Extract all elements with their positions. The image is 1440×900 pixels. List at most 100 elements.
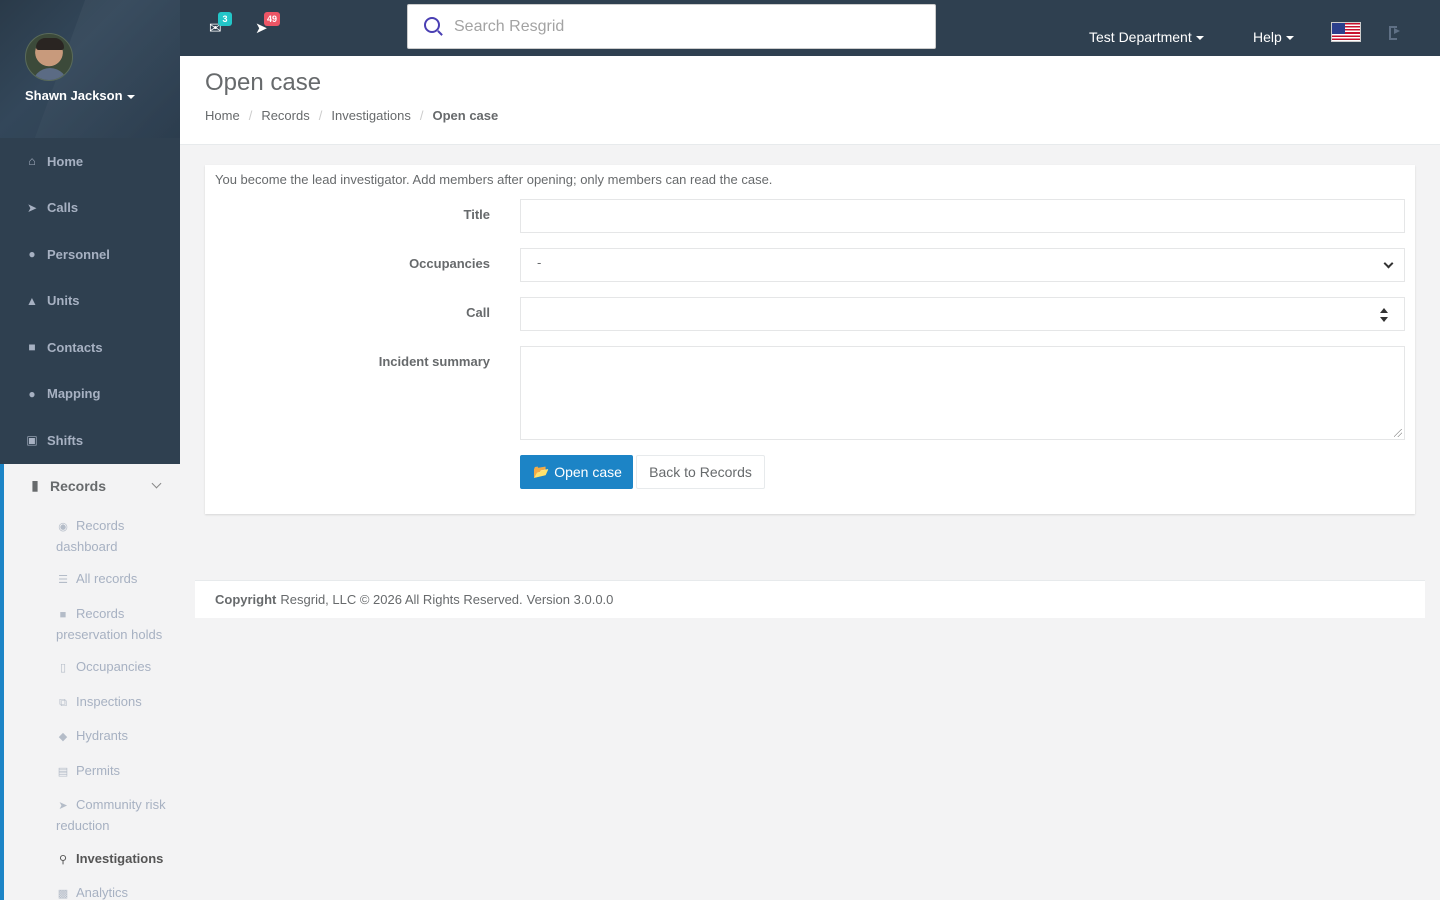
page-title: Open case	[205, 69, 322, 96]
search-box	[407, 4, 936, 49]
user-menu-toggle[interactable]: Shawn Jackson	[25, 88, 180, 103]
incident-summary-textarea[interactable]	[520, 346, 1405, 440]
nav-item-label: Mapping	[47, 386, 101, 402]
sub-item-label: Hydrants	[76, 728, 129, 743]
username: Shawn Jackson	[25, 88, 123, 103]
breadcrumb-separator: /	[248, 108, 253, 123]
breadcrumb-records[interactable]: Records	[261, 108, 309, 123]
records-label: Records	[50, 477, 107, 494]
help-dropdown[interactable]: Help	[1253, 29, 1294, 45]
call-number-input[interactable]	[520, 297, 1405, 331]
sub-item-label: Community risk reduction	[56, 797, 166, 833]
open-case-button[interactable]: 📂 Open case	[520, 455, 633, 489]
nav-item-label: Home	[47, 153, 84, 169]
sub-item-inspections[interactable]: ⧉ Inspections	[56, 692, 180, 713]
dashboard-icon: ◉	[58, 520, 68, 533]
help-label: Help	[1253, 29, 1282, 45]
caret-down-icon	[1195, 36, 1204, 41]
search-icon[interactable]	[424, 16, 440, 33]
sub-item-label: Investigations	[76, 850, 164, 866]
footer: Copyright Resgrid, LLC © 2026 All Rights…	[195, 580, 1425, 618]
nav-item-shifts[interactable]: ▣ Shifts	[0, 417, 180, 464]
list-icon: ☰	[58, 574, 68, 586]
search-input[interactable]	[454, 17, 894, 36]
top-navbar: ✉ 3 ➤ 49 Test Department Help	[180, 0, 1440, 56]
title-input[interactable]	[520, 199, 1405, 233]
breadcrumb-separator: /	[419, 108, 424, 123]
nav-item-contacts[interactable]: ■ Contacts	[0, 324, 180, 371]
back-to-records-label: Back to Records	[649, 464, 752, 480]
sub-item-label: Occupancies	[76, 659, 152, 674]
breadcrumb: Home / Records / Investigations / Open c…	[205, 108, 1440, 123]
nav-item-label: Personnel	[47, 246, 110, 262]
chevron-down-icon	[1383, 258, 1394, 269]
nav-item-label: Contacts	[47, 339, 103, 355]
calls-count-badge: 49	[264, 12, 281, 26]
sub-item-hydrants[interactable]: ◆ Hydrants	[56, 726, 180, 747]
occupancies-label: Occupancies	[409, 256, 490, 271]
nav-item-home[interactable]: ⌂ Home	[0, 138, 180, 185]
home-icon: ⌂	[28, 154, 36, 169]
department-dropdown[interactable]: Test Department	[1089, 29, 1204, 45]
open-case-label: Open case	[554, 464, 622, 480]
nav-item-personnel[interactable]: ● Personnel	[0, 231, 180, 278]
occupancies-selected-value: -	[537, 255, 542, 270]
sub-item-occupancies[interactable]: ▯ Occupancies	[56, 657, 180, 678]
profile-header: Shawn Jackson	[0, 0, 180, 138]
chevron-down-icon	[151, 478, 162, 488]
sub-item-investigations[interactable]: ⚲ Investigations	[56, 849, 180, 870]
sub-item-all-records[interactable]: ☰ All records	[56, 569, 180, 590]
sub-item-label: Analytics	[76, 885, 129, 900]
breadcrumb-investigations[interactable]: Investigations	[331, 108, 411, 123]
address-book-icon: ■	[28, 340, 36, 355]
clipboard-icon: ⧉	[59, 696, 67, 709]
messages-button[interactable]: ✉ 3	[209, 12, 232, 37]
building-icon: ▯	[59, 662, 67, 674]
nav-item-label: Calls	[47, 200, 79, 216]
main-nav: ⌂ Home ➤ Calls ● Personnel ▲ Units ■ Contacts…	[0, 138, 180, 900]
sidebar: Shawn Jackson ⌂ Home ➤ Calls ● Personnel ▲ U…	[0, 0, 180, 900]
bar-chart-icon: ▩	[57, 888, 69, 900]
records-toggle[interactable]: ▮ Records	[4, 464, 180, 508]
calls-button[interactable]: ➤ 49	[255, 12, 281, 37]
sub-item-label: Permits	[76, 762, 121, 778]
nav-item-mapping[interactable]: ● Mapping	[0, 371, 180, 418]
tint-icon: ◆	[58, 731, 68, 743]
truck-icon: ▲	[26, 293, 38, 308]
folder-open-icon: 📂	[533, 464, 550, 479]
logout-icon[interactable]	[1389, 25, 1403, 40]
breadcrumb-separator: /	[318, 108, 323, 123]
breadcrumb-home[interactable]: Home	[205, 108, 240, 123]
resize-handle-icon[interactable]	[1394, 429, 1402, 437]
incident-summary-label: Incident summary	[378, 354, 490, 369]
caret-down-icon	[126, 94, 135, 99]
occupancies-select[interactable]: -	[520, 248, 1405, 282]
breadcrumb-current: Open case	[432, 108, 499, 123]
records-submenu: ◉ Records dashboard ☰ All records ■ Records…	[4, 508, 180, 900]
sub-item-label: Inspections	[76, 693, 142, 709]
nav-item-label: Shifts	[47, 432, 84, 448]
nav-item-calls[interactable]: ➤ Calls	[0, 185, 180, 232]
bullhorn-icon: ➤	[58, 800, 68, 812]
user-icon: ●	[28, 247, 36, 262]
sub-item-community-risk-reduction[interactable]: ➤ Community risk reduction	[56, 795, 180, 835]
sub-item-preservation-holds[interactable]: ■ Records preservation holds	[56, 604, 180, 644]
copyright-text: Resgrid, LLC © 2026 All Rights Reserved.	[280, 592, 523, 607]
title-label: Title	[463, 207, 491, 222]
avatar[interactable]	[25, 33, 73, 81]
department-label: Test Department	[1089, 29, 1192, 45]
bullhorn-icon: ➤	[26, 200, 38, 215]
sub-item-records-dashboard[interactable]: ◉ Records dashboard	[56, 516, 180, 556]
lock-icon: ■	[59, 608, 67, 621]
sub-item-permits[interactable]: ▤ Permits	[56, 761, 180, 782]
nav-item-units[interactable]: ▲ Units	[0, 278, 180, 325]
us-flag-icon[interactable]	[1331, 22, 1361, 42]
map-marker-icon: ●	[28, 386, 36, 401]
open-case-form: You become the lead investigator. Add me…	[205, 165, 1415, 514]
caret-down-icon	[1285, 36, 1294, 41]
version-text: Version 3.0.0.0	[526, 592, 614, 607]
call-label: Call	[466, 305, 490, 320]
number-spinner-icon[interactable]	[1380, 308, 1388, 322]
back-to-records-button[interactable]: Back to Records	[636, 455, 765, 489]
sub-item-analytics[interactable]: ▩ Analytics	[56, 883, 180, 900]
